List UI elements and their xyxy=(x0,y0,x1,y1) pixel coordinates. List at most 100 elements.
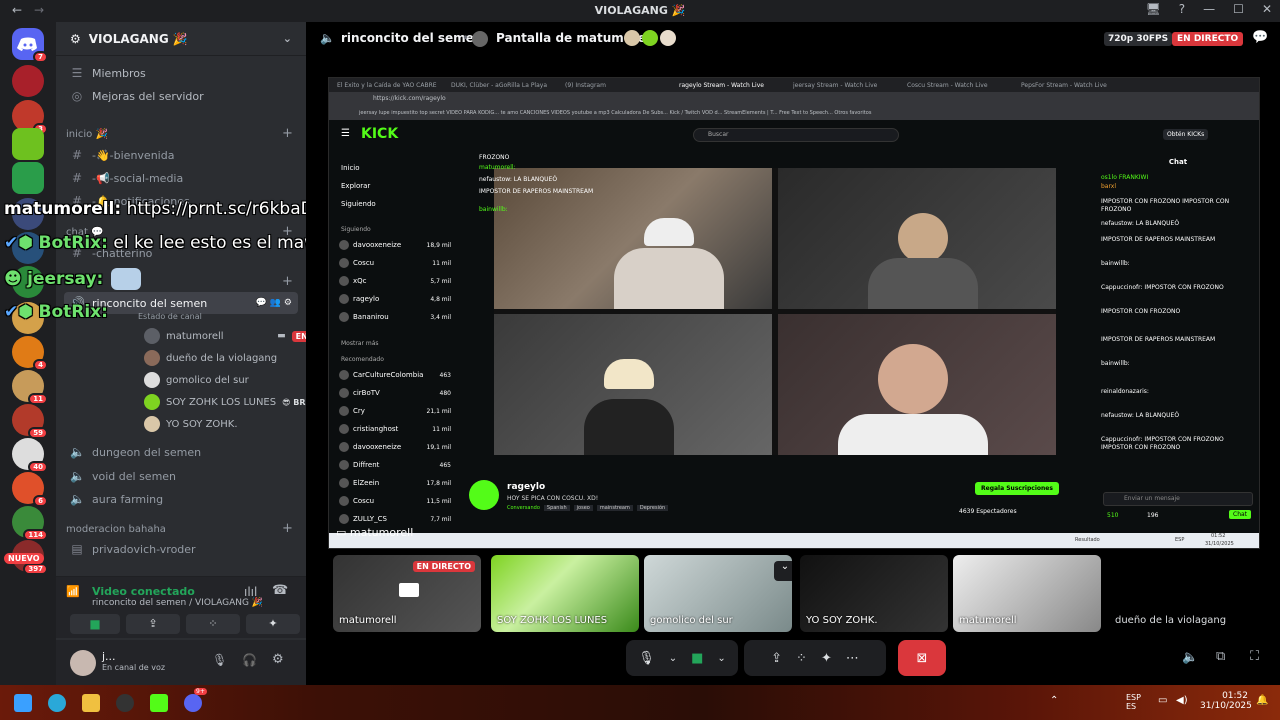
category-inicio[interactable]: inicio 🎉 xyxy=(66,129,108,140)
windows-start-icon[interactable] xyxy=(14,694,32,712)
webcam-tile xyxy=(494,314,772,455)
share-screen-button[interactable]: ⇪ xyxy=(126,614,180,634)
clock[interactable]: 01:52 31/10/2025 xyxy=(1200,691,1252,711)
activities-icon[interactable]: ⁘ xyxy=(796,651,807,666)
kick-channel-row: Diffrent 465 xyxy=(339,458,451,472)
kick-icon[interactable] xyxy=(150,694,168,712)
voice-actions-icons[interactable]: 💬 👥 ⚙ xyxy=(256,298,292,308)
channel-social-media[interactable]: # -📢-social-media xyxy=(64,167,298,189)
avatar[interactable] xyxy=(70,650,96,676)
chevron-down-icon[interactable]: ⌄ xyxy=(774,561,792,581)
maximize-button[interactable]: ☐ xyxy=(1233,2,1244,16)
screen-icon[interactable]: 🖥 xyxy=(1146,2,1161,16)
share-screen-icon[interactable]: ⇪ xyxy=(771,651,782,666)
edge-icon[interactable] xyxy=(48,694,66,712)
close-button[interactable]: ✕ xyxy=(1262,2,1272,16)
network-icon[interactable]: ▭ xyxy=(1158,695,1167,706)
channel-privadovich[interactable]: ▤ privadovich-vroder xyxy=(64,538,298,560)
voice-status-panel: 📶 Video conectado rinconcito del semen /… xyxy=(56,576,306,638)
chat-bubble-icon[interactable]: 💬 xyxy=(1252,30,1268,45)
help-icon[interactable]: ? xyxy=(1179,2,1185,16)
hash-icon: # xyxy=(71,148,83,162)
more-icon[interactable]: ⋯ xyxy=(846,651,859,666)
voice-channel[interactable]: 🔈 aura farming xyxy=(64,488,298,510)
server-icon[interactable]: 11 xyxy=(12,370,48,405)
live-badge: EN DIRECTO xyxy=(412,561,475,572)
participant-tile[interactable]: YO SOY ZOHK. xyxy=(800,555,948,632)
participant-tile[interactable]: ⌄ gomolico del sur xyxy=(644,555,792,632)
volume-icon[interactable]: ◀) xyxy=(1176,695,1188,706)
live-badge: EN DIRECTO xyxy=(1172,32,1244,46)
server-icon[interactable]: 6 xyxy=(12,472,48,507)
chevron-down-icon[interactable]: ⌄ xyxy=(717,653,725,664)
viewer-avatars[interactable] xyxy=(624,30,676,46)
stop-stream-button[interactable]: ⊠ xyxy=(898,640,946,676)
gear-icon: ⚙ xyxy=(70,31,81,46)
soundboard-icon[interactable]: ✦ xyxy=(821,651,832,666)
boosts-item[interactable]: ◎ Mejoras del servidor xyxy=(64,85,298,107)
overlay-chat-line: ✔⬢ BotRix: xyxy=(4,302,108,322)
windows-taskbar: 9+ ⌃ ESP ES ▭ ◀) 01:52 31/10/2025 🔔 xyxy=(0,685,1280,720)
kick-channel-row: ElZeein 17,8 mil xyxy=(339,476,451,490)
notifications-icon[interactable]: 🔔 xyxy=(1256,695,1268,706)
soundboard-button[interactable]: ✦ xyxy=(246,614,300,634)
participant-strip: EN DIRECTO matumorell SOY ZOHK LOS LUNES… xyxy=(333,555,1273,632)
server-icon[interactable]: 114 xyxy=(12,506,48,541)
avatar xyxy=(472,31,488,47)
server-icon[interactable] xyxy=(12,128,44,160)
activities-button[interactable]: ⁘ xyxy=(186,614,240,634)
browser-url: https://kick.com/rageylo xyxy=(329,92,1259,106)
discord-icon[interactable]: 9+ xyxy=(184,688,207,712)
participant-tile[interactable]: EN DIRECTO matumorell xyxy=(333,555,481,632)
chevron-down-icon: ⌄ xyxy=(282,32,292,45)
shield-icon: ⬢ xyxy=(18,233,34,253)
viewer-count: 4639 Espectadores xyxy=(959,508,1017,515)
kick-chat: Chat os1lo FRANKIWI barxl IMPOSTOR CON F… xyxy=(1095,150,1259,530)
participant-tile[interactable]: dueño de la violagang xyxy=(1109,555,1257,632)
obs-icon[interactable] xyxy=(116,694,134,712)
gear-icon[interactable]: ⚙ xyxy=(272,652,284,667)
noise-icon[interactable]: ılıl xyxy=(244,585,257,599)
server-header[interactable]: ⚙ VIOLAGANG 🎉 ⌄ xyxy=(56,22,306,56)
voice-location[interactable]: rinconcito del semen / VIOLAGANG 🎉 xyxy=(92,598,306,608)
headphones-icon[interactable]: 🎧 xyxy=(242,653,257,667)
channel-bienvenida[interactable]: # -👋-bienvenida xyxy=(64,144,298,166)
webcam-tile xyxy=(778,314,1056,455)
overlay-chat-line: ✔⬢ BotRix: el ke lee esto es el mawa xyxy=(4,233,329,253)
fullscreen-icon[interactable]: ⛶ xyxy=(1250,649,1259,664)
volume-icon[interactable]: 🔈 xyxy=(1182,650,1198,665)
camera-button[interactable]: ■ xyxy=(70,614,120,634)
explorer-icon[interactable] xyxy=(82,694,100,712)
screen-share-video[interactable]: El Éxito y la Caída de YAO CABRE DUKI, C… xyxy=(328,77,1260,549)
server-icon[interactable] xyxy=(12,65,44,97)
camera-icon[interactable]: ■ xyxy=(691,651,703,666)
chevron-down-icon[interactable]: ⌄ xyxy=(669,653,677,664)
server-icon[interactable]: 40 xyxy=(12,438,48,473)
kick-channel-row: CarCultureColombia 463 xyxy=(339,368,451,382)
members-item[interactable]: ☰ Miembros xyxy=(64,62,298,84)
participant-tile[interactable]: SOY ZOHK LOS LUNES xyxy=(491,555,639,632)
server-icon[interactable]: 59 xyxy=(12,404,48,439)
microphone-icon[interactable]: 🎙 xyxy=(212,653,227,667)
popout-icon[interactable]: ⧉ xyxy=(1216,649,1225,664)
voice-channel[interactable]: 🔈 void del semen xyxy=(64,465,298,487)
add-channel-icon[interactable]: + xyxy=(282,274,293,289)
browser-tab: rageylo Stream - Watch Live xyxy=(679,81,764,89)
server-icon[interactable] xyxy=(12,162,44,194)
add-channel-icon[interactable]: + xyxy=(282,521,293,536)
kick-channel-row: Cry 21,1 mil xyxy=(339,404,451,418)
kick-channel-row: Bananirou 3,4 mil xyxy=(339,310,451,324)
server-icon[interactable]: 4 xyxy=(12,336,48,371)
disconnect-icon[interactable]: ☎ xyxy=(272,583,288,598)
discord-home-icon[interactable]: 7 xyxy=(12,28,48,63)
category-moderacion[interactable]: moderacion bahaha xyxy=(66,524,166,535)
microphone-icon[interactable]: 🎙 xyxy=(638,651,655,666)
channel-status[interactable]: Estado de canal xyxy=(138,312,202,321)
add-channel-icon[interactable]: + xyxy=(282,126,293,141)
minimize-button[interactable]: — xyxy=(1203,2,1215,16)
participant-tile[interactable]: matumorell xyxy=(953,555,1101,632)
tray-chevron-icon[interactable]: ⌃ xyxy=(1050,695,1058,706)
voice-channel[interactable]: 🔈 dungeon del semen xyxy=(64,441,298,463)
boost-icon: ◎ xyxy=(71,89,83,103)
language-indicator[interactable]: ESP ES xyxy=(1126,693,1141,711)
